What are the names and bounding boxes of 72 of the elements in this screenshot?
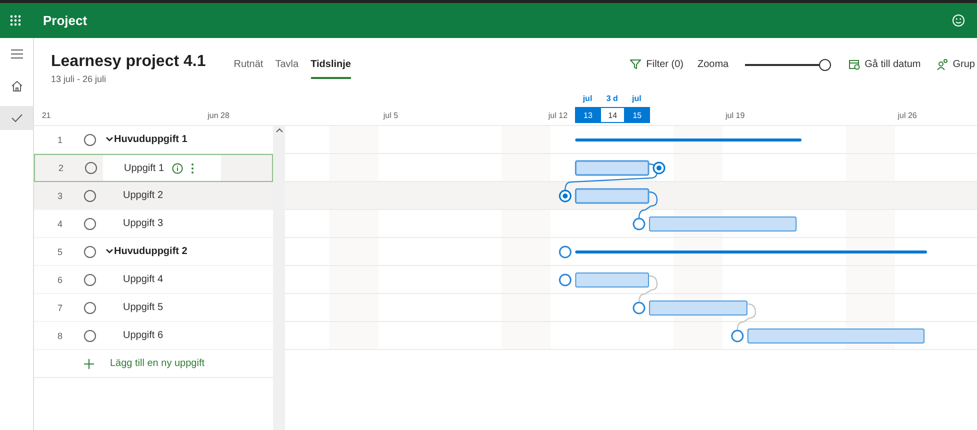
add-task-label: Lägg till en ny uppgift [110, 358, 205, 369]
task-row[interactable]: 3 Uppgift 2 [34, 182, 273, 210]
calendar-icon [848, 59, 860, 70]
project-dates: 13 juli - 26 juli [51, 74, 108, 84]
row-number: 1 [56, 134, 64, 144]
range-label: 3 d [606, 94, 618, 103]
task-row[interactable]: 2 Uppgift 1 [34, 154, 273, 182]
day-cell: 15 [624, 107, 650, 123]
smiley-icon[interactable] [952, 14, 965, 27]
link-handle[interactable] [632, 302, 646, 314]
complete-checkbox[interactable] [84, 134, 96, 146]
more-options-icon[interactable] [191, 162, 194, 174]
view-tab[interactable]: Tidslinje [310, 53, 351, 79]
group-button[interactable]: Grup [934, 57, 977, 72]
app-name: Project [43, 13, 88, 28]
range-label: jul [582, 94, 592, 103]
plus-icon [84, 358, 94, 368]
menu-icon [10, 49, 22, 59]
row-number: 6 [56, 274, 64, 284]
date-label: 21 [42, 111, 51, 120]
complete-checkbox[interactable] [84, 274, 96, 286]
filter-icon [630, 59, 642, 70]
date-label: jul 26 [898, 111, 917, 120]
row-number: 7 [56, 302, 64, 312]
range-label: jul [632, 94, 642, 103]
people-icon [936, 59, 948, 70]
zoom-slider-thumb[interactable] [818, 58, 831, 70]
day-cell: 13 [575, 107, 601, 123]
date-label: jul 19 [726, 111, 745, 120]
link-handle[interactable] [632, 218, 646, 230]
row-number: 8 [56, 330, 64, 340]
home-icon [10, 80, 22, 92]
app-launcher-icon[interactable] [10, 15, 21, 26]
task-name: Uppgift 6 [123, 330, 164, 341]
dependency-connector [736, 303, 756, 330]
link-handle[interactable] [731, 330, 744, 342]
scroll-up-icon[interactable] [276, 128, 282, 133]
complete-checkbox[interactable] [84, 218, 96, 230]
link-handle[interactable] [558, 274, 572, 286]
checkmark-icon [10, 113, 22, 123]
date-label: jul 5 [383, 111, 398, 120]
link-handle[interactable] [558, 246, 572, 258]
zoom-label: Zooma [698, 59, 729, 70]
go-to-date-button[interactable]: Gå till datum [846, 57, 923, 72]
complete-checkbox[interactable] [85, 162, 97, 174]
row-number: 3 [56, 190, 64, 200]
view-tab[interactable]: Rutnät [234, 53, 264, 79]
row-number: 2 [57, 163, 64, 173]
link-handle[interactable] [652, 162, 666, 174]
task-name: Uppgift 5 [123, 302, 164, 313]
task-name: Uppgift 2 [123, 190, 164, 201]
dependency-connector [638, 275, 658, 302]
complete-checkbox[interactable] [84, 302, 96, 314]
complete-checkbox[interactable] [84, 190, 96, 202]
complete-checkbox[interactable] [84, 246, 96, 258]
complete-checkbox[interactable] [84, 330, 96, 342]
date-label: jun 28 [208, 111, 230, 120]
link-handle[interactable] [558, 190, 572, 202]
filter-button[interactable]: Filter (0) [628, 57, 686, 72]
task-name: Huvuduppgift 2 [114, 246, 188, 257]
day-cell: 14 [600, 107, 626, 123]
scrollbar[interactable] [273, 126, 285, 430]
row-number: 4 [56, 218, 64, 228]
project-title: Learnesy project 4.1 [51, 53, 206, 71]
task-name: Uppgift 1 [124, 162, 164, 174]
date-label: jul 12 [548, 111, 568, 120]
task-name: Uppgift 3 [123, 218, 164, 229]
info-icon[interactable] [172, 162, 184, 174]
row-number: 5 [56, 246, 64, 256]
task-name: Huvuduppgift 1 [114, 134, 188, 145]
task-name: Uppgift 4 [123, 274, 164, 285]
view-tab[interactable]: Tavla [275, 53, 299, 79]
